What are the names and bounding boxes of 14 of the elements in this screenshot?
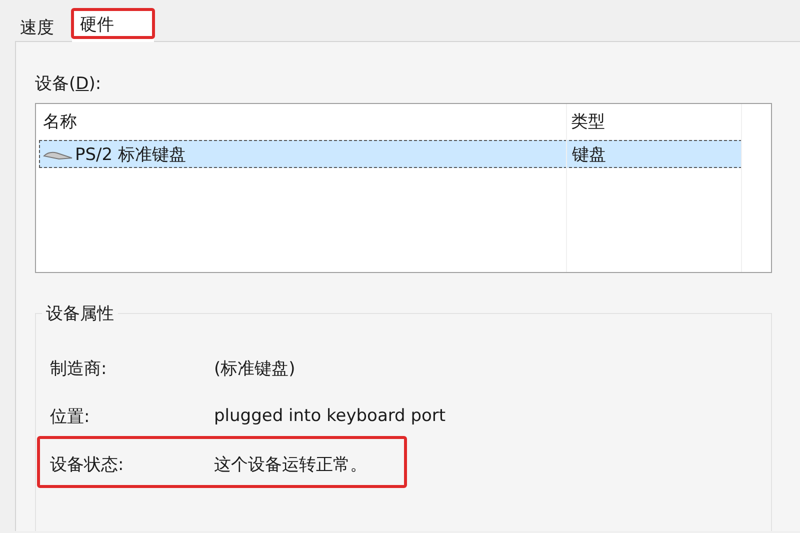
property-value: (标准键盘) [214, 358, 296, 380]
property-value: 这个设备运转正常。 [214, 454, 367, 476]
property-label: 制造商: [50, 358, 108, 380]
property-label: 位置: [50, 406, 91, 428]
column-header[interactable]: 名称 [39, 104, 567, 140]
device-row[interactable]: PS/2 标准键盘 键盘 [39, 140, 742, 168]
device-name: PS/2 标准键盘 [75, 144, 186, 166]
property-value: plugged into keyboard port [214, 406, 446, 426]
property-label: 设备状态: [50, 454, 125, 476]
device-type: 键盘 [571, 144, 607, 166]
column-header[interactable]: 类型 [567, 104, 742, 140]
device-list-label: 设备(D): [35, 73, 102, 95]
tab[interactable]: 硬件 [72, 11, 154, 42]
device-list[interactable]: 名称 类型 PS/2 标准键盘 键盘 [35, 103, 772, 273]
